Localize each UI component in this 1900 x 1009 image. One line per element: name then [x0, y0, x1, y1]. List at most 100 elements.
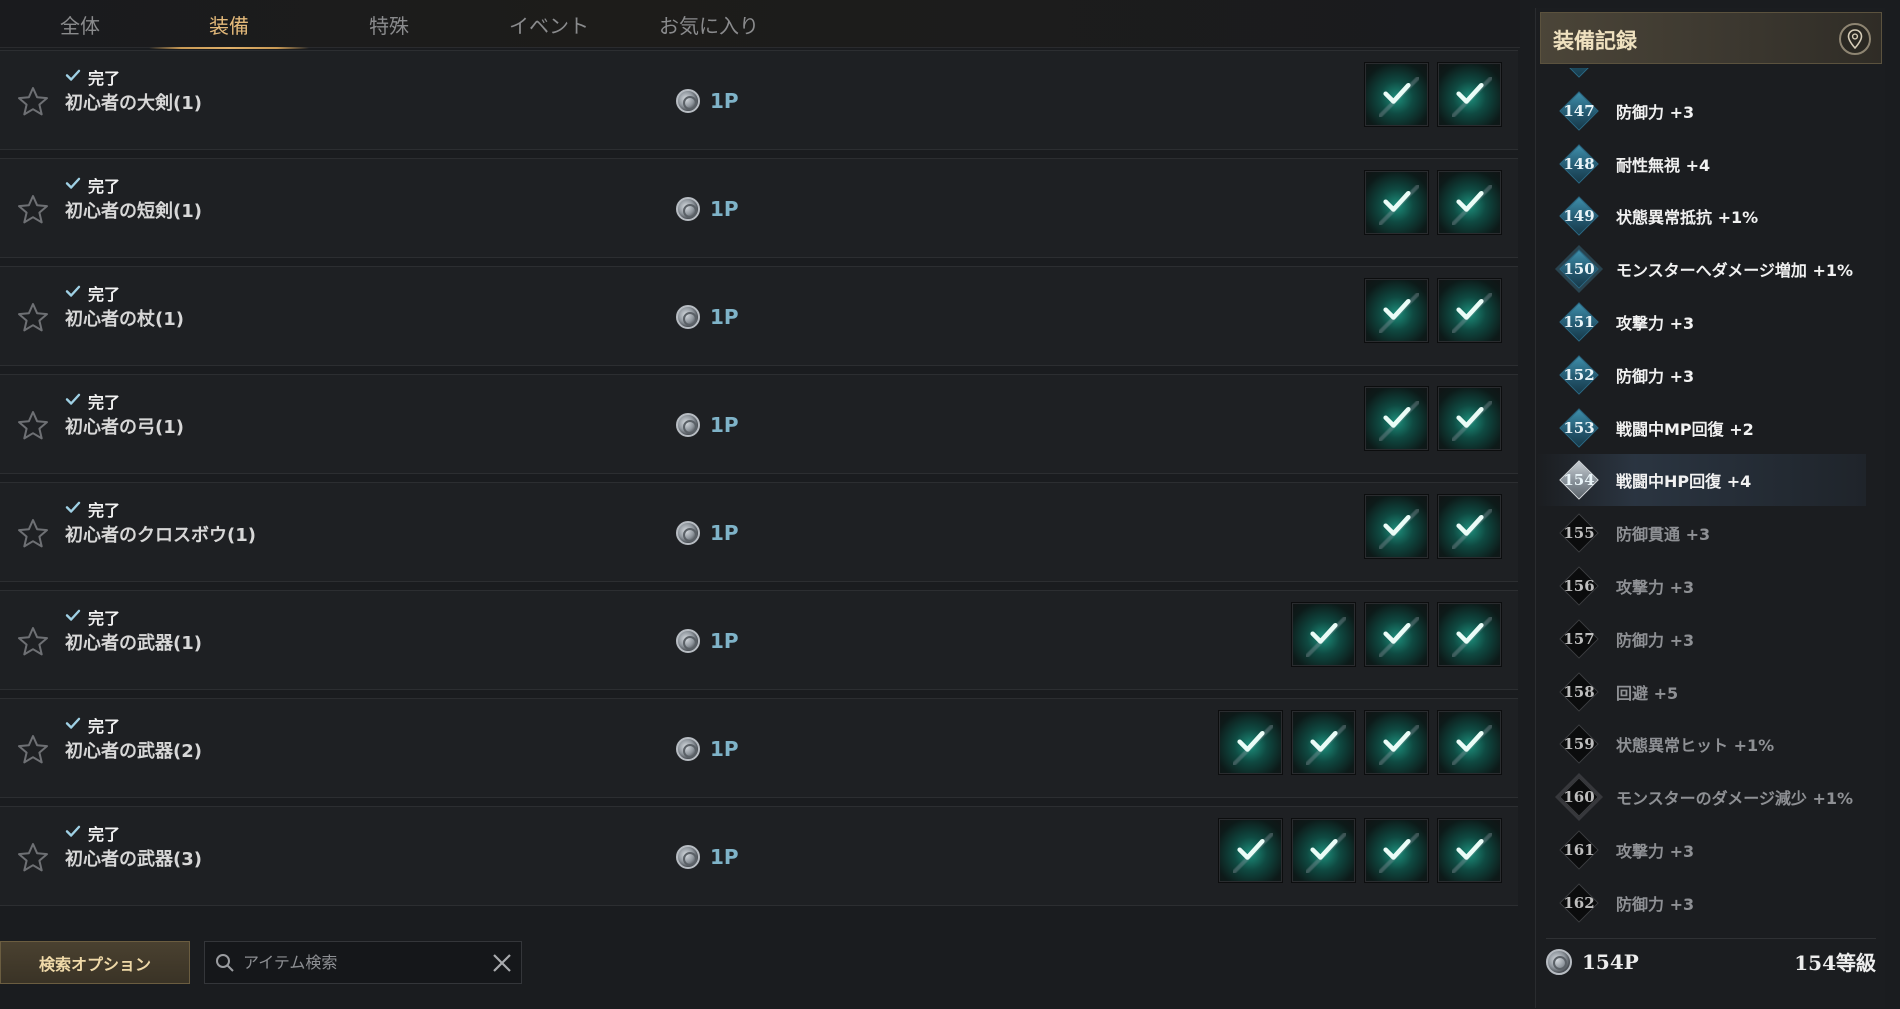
record-text: 攻撃力 +3 — [1616, 578, 1695, 597]
star-outline-icon[interactable] — [16, 625, 50, 659]
star-outline-icon[interactable] — [16, 841, 50, 875]
equipment-slot[interactable] — [1291, 818, 1356, 883]
item-points: 1P — [676, 737, 739, 761]
record-item: 147 防御力 +3 — [1536, 85, 1866, 137]
level-diamond-icon: 161 — [1559, 830, 1599, 870]
star-outline-icon[interactable] — [16, 409, 50, 443]
record-text: 回避 +5 — [1616, 683, 1679, 703]
list-item[interactable]: 完了 初心者の武器(2) 1P — [0, 698, 1518, 798]
level-diamond-icon: 158 — [1559, 671, 1599, 712]
item-points: 1P — [676, 521, 739, 545]
check-icon — [1453, 292, 1487, 330]
check-icon — [1234, 724, 1268, 762]
equipment-slot[interactable] — [1218, 710, 1283, 775]
record-text: モンスターのダメージ減少 +1% — [1616, 789, 1854, 809]
equipment-slot[interactable] — [1364, 818, 1429, 883]
equipment-slot[interactable] — [1437, 818, 1502, 883]
close-icon[interactable] — [491, 952, 513, 974]
record-level: 146 — [1559, 68, 1599, 78]
star-outline-icon[interactable] — [16, 733, 50, 767]
status-label: 完了 — [88, 69, 121, 88]
status-complete: 完了 — [64, 281, 120, 305]
equipment-slot[interactable] — [1364, 386, 1429, 451]
points-label: 1P — [710, 845, 739, 869]
item-points: 1P — [676, 197, 739, 221]
record-level: 148 — [1563, 154, 1595, 173]
tab-equipment[interactable]: 装備 — [149, 0, 309, 49]
total-points: 154P — [1582, 949, 1639, 974]
equipment-slot[interactable] — [1437, 170, 1502, 235]
record-text: 防御力 +3 — [1616, 102, 1695, 122]
equipment-slot[interactable] — [1364, 602, 1429, 667]
level-diamond-icon: 150 — [1559, 249, 1599, 289]
equipment-slot[interactable] — [1291, 710, 1356, 775]
equipment-slot[interactable] — [1364, 62, 1429, 127]
list-item[interactable]: 完了 初心者の武器(3) 1P — [0, 806, 1518, 906]
location-pin-icon[interactable] — [1839, 23, 1871, 55]
list-item[interactable]: 完了 初心者の杖(1) 1P — [0, 266, 1518, 366]
list-item[interactable]: 完了 初心者の短剣(1) 1P — [0, 158, 1518, 258]
equipment-slot[interactable] — [1437, 278, 1502, 343]
star-outline-icon[interactable] — [16, 193, 50, 227]
tab-label: 装備 — [209, 13, 249, 38]
list-item[interactable]: 完了 初心者の武器(1) 1P — [0, 590, 1518, 690]
tab-special[interactable]: 特殊 — [309, 0, 469, 48]
list-item[interactable]: 完了 初心者の弓(1) 1P — [0, 374, 1518, 474]
status-label: 完了 — [88, 717, 121, 736]
equipment-slot[interactable] — [1364, 278, 1429, 343]
equipment-slot[interactable] — [1437, 494, 1502, 559]
star-outline-icon[interactable] — [16, 517, 50, 551]
star-outline-icon[interactable] — [16, 85, 50, 119]
points-label: 1P — [710, 413, 739, 437]
level-diamond-icon: 162 — [1559, 882, 1599, 923]
record-item: 159 状態異常ヒット +1% — [1536, 718, 1866, 770]
equipment-slot[interactable] — [1364, 710, 1429, 775]
item-points: 1P — [676, 305, 739, 329]
record-text: 攻撃力 +3 — [1616, 68, 1694, 70]
search-input[interactable] — [243, 953, 483, 972]
record-item: 150 モンスターへダメージ増加 +1% — [1536, 243, 1866, 295]
item-points: 1P — [676, 845, 739, 869]
equipment-slot[interactable] — [1364, 170, 1429, 235]
search-options-button[interactable]: 検索オプション — [0, 941, 190, 984]
category-tabs: 全体 装備 特殊 イベント お気に入り — [0, 0, 1520, 49]
level-diamond-icon: 159 — [1559, 724, 1599, 765]
list-item[interactable]: 完了 初心者のクロスボウ(1) 1P — [0, 482, 1518, 582]
equipment-slot[interactable] — [1218, 818, 1283, 883]
star-outline-icon[interactable] — [16, 301, 50, 335]
record-level: 151 — [1563, 313, 1595, 331]
equipment-slot[interactable] — [1437, 602, 1502, 667]
status-complete: 完了 — [64, 713, 120, 737]
coin-icon — [676, 413, 700, 437]
tab-favorites[interactable]: お気に入り — [629, 0, 789, 48]
equipment-slots — [1218, 710, 1502, 775]
item-name: 初心者のクロスボウ(1) — [65, 525, 256, 546]
points-label: 1P — [710, 629, 739, 653]
tab-all[interactable]: 全体 — [0, 0, 160, 48]
record-level: 155 — [1563, 524, 1595, 543]
status-label: 完了 — [88, 825, 121, 844]
equipment-slot[interactable] — [1437, 710, 1502, 775]
status-complete: 完了 — [64, 173, 120, 197]
points-label: 1P — [710, 737, 739, 761]
record-level: 162 — [1563, 893, 1595, 912]
check-icon — [1453, 400, 1487, 438]
record-level: 158 — [1563, 682, 1595, 701]
record-list[interactable]: 146 攻撃力 +3 147 防御力 +3 148 耐性無視 +4 149 状態… — [1536, 68, 1886, 926]
tab-event[interactable]: イベント — [469, 0, 629, 48]
status-label: 完了 — [88, 393, 121, 412]
item-name: 初心者の武器(1) — [65, 633, 202, 654]
check-icon — [1453, 76, 1487, 114]
status-label: 完了 — [88, 285, 121, 304]
equipment-slot[interactable] — [1364, 494, 1429, 559]
check-icon — [1380, 292, 1414, 330]
list-item[interactable]: 完了 初心者の大剣(1) 1P — [0, 50, 1518, 150]
equipment-slot[interactable] — [1437, 62, 1502, 127]
check-icon — [64, 606, 88, 628]
equipment-slot[interactable] — [1291, 602, 1356, 667]
level-diamond-icon: 156 — [1559, 566, 1599, 606]
check-icon — [64, 498, 88, 520]
equipment-slot[interactable] — [1437, 386, 1502, 451]
check-icon — [1380, 76, 1414, 114]
check-icon — [1453, 184, 1487, 222]
